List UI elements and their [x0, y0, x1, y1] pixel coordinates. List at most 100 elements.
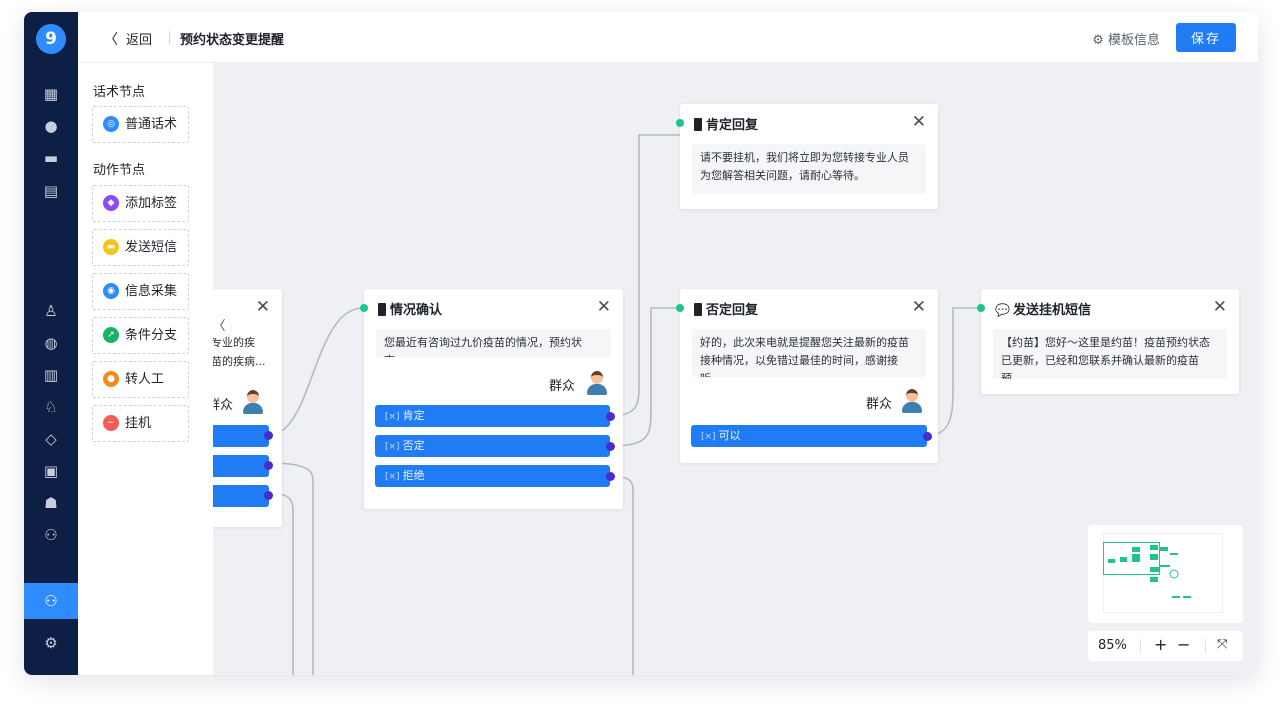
- zoom-level: 85%: [1098, 638, 1127, 653]
- robot-icon[interactable]: ☗: [24, 490, 78, 516]
- option-1[interactable]: [×] 否定: [375, 435, 610, 457]
- option-0[interactable]: [×] 肯定: [375, 405, 610, 427]
- option-bar[interactable]: [213, 425, 269, 447]
- chat-icon[interactable]: ●: [24, 113, 78, 139]
- zoom-out-button[interactable]: −: [1177, 635, 1190, 654]
- back-button[interactable]: 〈返回: [104, 29, 152, 49]
- phone-icon: [694, 118, 702, 131]
- option-bar[interactable]: [213, 455, 269, 477]
- node-hangup-sms[interactable]: 💬 发送挂机短信 ✕ 【约苗】您好～这里是约苗！疫苗预约状态已更新，已经和您联系并…: [977, 289, 1239, 394]
- flow-bot-icon[interactable]: ⚇: [24, 583, 78, 619]
- output-port[interactable]: [606, 412, 615, 421]
- close-icon[interactable]: ✕: [912, 297, 926, 317]
- phone-icon: [694, 303, 702, 316]
- keyword-icon: [×]: [385, 442, 400, 452]
- output-port[interactable]: [264, 491, 273, 500]
- node-partial-line: 苗的疾病...: [213, 355, 266, 368]
- node-script-text: 好的，此次来电就是提醒您关注最新的疫苗接种情况，以免错过最佳的时间，感谢接听..…: [692, 329, 926, 377]
- role-label: 群众: [866, 397, 893, 412]
- close-icon[interactable]: ✕: [256, 297, 270, 317]
- close-icon[interactable]: ✕: [597, 297, 611, 317]
- clipboard-icon[interactable]: ▤: [24, 178, 78, 204]
- branch-icon: ↗: [103, 326, 119, 343]
- bot-settings-icon[interactable]: ⚇: [24, 522, 78, 548]
- sms-icon: ▬: [103, 238, 119, 255]
- app-window: 9 ▦ ● ▬ ▤ ♙ ◍ ▥ ♘ ◇ ▣ ☗ ⚇ ⚇ ⚙ 〈返回 预约状态变更提醒 ⚙ 模板信息 保存 …: [24, 12, 1258, 675]
- node-title-text: 肯定回复: [706, 118, 759, 133]
- dashboard-icon[interactable]: ▦: [24, 81, 78, 107]
- option-label: 可以: [718, 429, 741, 442]
- zoom-control: 85% + − ⤧: [1088, 631, 1243, 661]
- palette-item[interactable]: ◆ 添加标签: [92, 185, 189, 222]
- message-icon[interactable]: ▬: [24, 145, 78, 171]
- palette-item-label: 普通话术: [125, 117, 178, 132]
- palette-item-label: 信息采集: [125, 284, 178, 299]
- palette-item[interactable]: ◉ 信息采集: [92, 273, 189, 310]
- keyword-icon: [×]: [385, 472, 400, 482]
- node-title: 否定回复: [694, 299, 758, 318]
- template-info-label: 模板信息: [1107, 33, 1160, 48]
- group-icon[interactable]: ♘: [24, 394, 78, 420]
- option-0[interactable]: [×] 可以: [691, 425, 927, 447]
- user-icon[interactable]: ♙: [24, 298, 78, 324]
- back-label: 返回: [126, 33, 153, 48]
- chevron-left-icon: 〈: [104, 32, 118, 48]
- palette-item-label: 发送短信: [125, 240, 178, 255]
- option-bar[interactable]: [213, 485, 269, 507]
- role-label: 群众: [213, 398, 234, 413]
- node-title-text: 发送挂机短信: [1012, 303, 1091, 318]
- close-icon[interactable]: ✕: [1213, 297, 1227, 317]
- palette-item-label: 添加标签: [125, 196, 178, 211]
- shield-icon[interactable]: ◇: [24, 426, 78, 452]
- zoom-in-button[interactable]: +: [1154, 635, 1167, 654]
- palette-item[interactable]: ● 转人工: [92, 361, 189, 398]
- headset-icon[interactable]: ◍: [24, 330, 78, 356]
- option-label: 否定: [402, 439, 425, 452]
- tag-icon: ◆: [103, 194, 119, 211]
- collect-icon: ◉: [103, 282, 119, 299]
- node-confirm[interactable]: 情况确认 ✕ 您最近有咨询过九价疫苗的情况，预约状态... 群众 [×]肯定[×…: [360, 289, 623, 509]
- monitor-icon[interactable]: ▣: [24, 458, 78, 484]
- palette-item[interactable]: ▬ 发送短信: [92, 229, 189, 266]
- output-port[interactable]: [264, 431, 273, 440]
- top-bar: 〈返回 预约状态变更提醒 ⚙ 模板信息 保存: [78, 12, 1258, 63]
- flow-canvas[interactable]: ✕ 专业的疾 苗的疾病... 群众 〈 情况确认 ✕ 您最近有咨询过九价疫苗的情…: [213, 63, 1258, 675]
- role-label: 群众: [549, 379, 576, 394]
- palette-item[interactable]: ◎ 普通话术: [92, 106, 189, 143]
- node-title: 肯定回复: [694, 114, 758, 133]
- output-port[interactable]: [606, 442, 615, 451]
- hangup-icon: −: [103, 414, 119, 431]
- palette-item[interactable]: − 挂机: [92, 405, 189, 442]
- keyword-icon: [×]: [701, 432, 716, 442]
- fit-view-icon[interactable]: ⤧: [1217, 637, 1227, 652]
- minimap[interactable]: [1088, 525, 1243, 623]
- app-logo[interactable]: 9: [36, 24, 66, 54]
- output-port[interactable]: [264, 461, 273, 470]
- output-port[interactable]: [923, 432, 932, 441]
- input-port[interactable]: [676, 304, 684, 312]
- save-button[interactable]: 保存: [1176, 23, 1236, 52]
- avatar: [242, 390, 264, 414]
- node-title-text: 否定回复: [706, 303, 759, 318]
- settings-icon[interactable]: ⚙: [24, 630, 78, 656]
- close-icon[interactable]: ✕: [912, 112, 926, 132]
- page-title: 预约状态变更提醒: [180, 33, 285, 48]
- template-info-button[interactable]: ⚙ 模板信息: [1092, 29, 1160, 48]
- option-2[interactable]: [×] 拒绝: [375, 465, 610, 487]
- node-sms-text: 【约苗】您好～这里是约苗！疫苗预约状态已更新，已经和您联系并确认最新的疫苗预..…: [993, 329, 1227, 379]
- node-negative-reply[interactable]: 否定回复 ✕ 好的，此次来电就是提醒您关注最新的疫苗接种情况，以免错过最佳的时间…: [676, 289, 938, 463]
- input-port[interactable]: [360, 304, 368, 312]
- palette-item-label: 转人工: [125, 372, 165, 387]
- input-port[interactable]: [676, 119, 684, 127]
- minimap-nodes: [1108, 545, 1191, 598]
- input-port[interactable]: [977, 304, 985, 312]
- option-label: 拒绝: [402, 469, 425, 482]
- output-port[interactable]: [606, 472, 615, 481]
- title-divider: [169, 31, 170, 45]
- node-positive-reply[interactable]: 肯定回复 ✕ 请不要挂机，我们将立即为您转接专业人员为您解答相关问题，请耐心等待…: [676, 104, 938, 209]
- palette-item[interactable]: ↗ 条件分支: [92, 317, 189, 354]
- palette-item-label: 条件分支: [125, 328, 178, 343]
- avatar: [901, 389, 923, 413]
- chat-bubble-icon: ◎: [103, 115, 119, 132]
- bar-chart-icon[interactable]: ▥: [24, 362, 78, 388]
